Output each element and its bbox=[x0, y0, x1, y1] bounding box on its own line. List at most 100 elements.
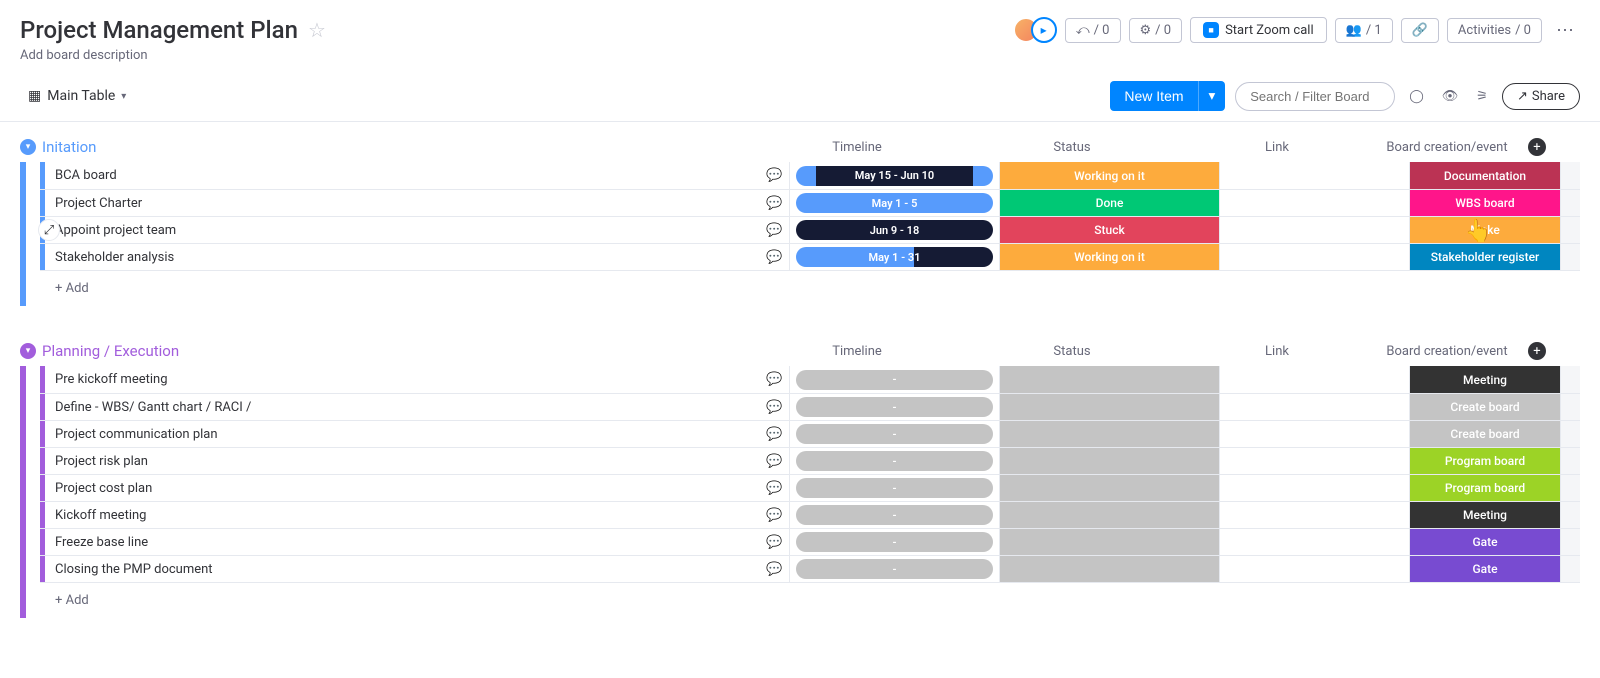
hide-icon[interactable]: 👁 bbox=[1438, 85, 1463, 108]
link-cell[interactable] bbox=[1220, 394, 1410, 420]
board-description[interactable]: Add board description bbox=[20, 48, 1580, 63]
collapse-icon[interactable]: ▾ bbox=[20, 139, 36, 155]
item-name[interactable]: Freeze base line bbox=[45, 529, 760, 555]
add-column[interactable]: + bbox=[1522, 342, 1546, 360]
event-cell[interactable]: Stakeholder register bbox=[1410, 244, 1560, 270]
new-item-button[interactable]: New Item ▾ bbox=[1110, 81, 1225, 111]
item-name[interactable]: Appoint project team bbox=[45, 217, 760, 243]
column-header-timeline[interactable]: Timeline bbox=[752, 344, 962, 359]
board-members[interactable]: ▸ bbox=[1013, 17, 1057, 43]
item-name[interactable]: BCA board bbox=[45, 162, 760, 189]
status-cell[interactable] bbox=[1000, 529, 1220, 555]
add-column[interactable]: + bbox=[1522, 138, 1546, 156]
linked-boards[interactable]: 🔗 bbox=[1401, 18, 1439, 43]
status-cell[interactable]: Working on it bbox=[1000, 244, 1220, 270]
link-cell[interactable] bbox=[1220, 475, 1410, 501]
view-tab-main[interactable]: ▦ Main Table ▾ bbox=[20, 84, 134, 108]
timeline-cell[interactable]: - bbox=[796, 505, 993, 525]
link-cell[interactable] bbox=[1220, 502, 1410, 528]
status-cell[interactable] bbox=[1000, 448, 1220, 474]
item-name[interactable]: Stakeholder analysis bbox=[45, 244, 760, 270]
column-header-timeline[interactable]: Timeline bbox=[752, 140, 962, 155]
event-cell[interactable]: Program board bbox=[1410, 448, 1560, 474]
status-cell[interactable]: Stuck bbox=[1000, 217, 1220, 243]
column-header-status[interactable]: Status bbox=[962, 344, 1182, 359]
timeline-cell[interactable]: - bbox=[796, 451, 993, 471]
status-cell[interactable] bbox=[1000, 394, 1220, 420]
status-cell[interactable] bbox=[1000, 366, 1220, 393]
filter-icon[interactable]: ⚞ bbox=[1472, 85, 1492, 108]
chat-icon[interactable]: 💬 bbox=[760, 190, 790, 216]
chat-icon[interactable]: 💬 bbox=[760, 366, 790, 393]
status-cell[interactable] bbox=[1000, 502, 1220, 528]
link-cell[interactable] bbox=[1220, 529, 1410, 555]
event-cell[interactable]: Meeting bbox=[1410, 502, 1560, 528]
person-filter-icon[interactable]: ◯ bbox=[1405, 85, 1428, 108]
timeline-cell[interactable]: May 1 - 5 bbox=[796, 193, 993, 213]
event-cell[interactable]: Gate bbox=[1410, 529, 1560, 555]
status-cell[interactable] bbox=[1000, 556, 1220, 582]
add-item-row[interactable]: + Add bbox=[40, 270, 1580, 306]
chat-icon[interactable]: 💬 bbox=[760, 475, 790, 501]
star-icon[interactable]: ☆ bbox=[308, 18, 326, 42]
status-cell[interactable]: Working on it bbox=[1000, 162, 1220, 189]
group-name[interactable]: Initation bbox=[42, 138, 752, 156]
column-header-event[interactable]: Board creation/event bbox=[1372, 344, 1522, 359]
event-cell[interactable]: Program board bbox=[1410, 475, 1560, 501]
link-cell[interactable] bbox=[1220, 366, 1410, 393]
chat-icon[interactable]: 💬 bbox=[760, 244, 790, 270]
timeline-cell[interactable]: Jun 9 - 18 bbox=[796, 220, 993, 240]
item-name[interactable]: Closing the PMP document bbox=[45, 556, 760, 582]
chat-icon[interactable]: 💬 bbox=[760, 421, 790, 447]
link-cell[interactable] bbox=[1220, 421, 1410, 447]
column-header-event[interactable]: Board creation/event bbox=[1372, 140, 1522, 155]
item-name[interactable]: Kickoff meeting bbox=[45, 502, 760, 528]
chat-icon[interactable]: 💬 bbox=[760, 556, 790, 582]
integration-llama[interactable]: ⤺ / 0 bbox=[1065, 18, 1121, 43]
column-header-status[interactable]: Status bbox=[962, 140, 1182, 155]
link-cell[interactable] bbox=[1220, 162, 1410, 189]
integration-robot[interactable]: ⚙ / 0 bbox=[1129, 18, 1183, 43]
column-header-link[interactable]: Link bbox=[1182, 344, 1372, 359]
timeline-cell[interactable]: - bbox=[796, 559, 993, 579]
event-cell[interactable]: Gate bbox=[1410, 556, 1560, 582]
timeline-cell[interactable]: - bbox=[796, 397, 993, 417]
chat-icon[interactable]: 💬 bbox=[760, 502, 790, 528]
item-name[interactable]: Project Charter bbox=[45, 190, 760, 216]
link-cell[interactable] bbox=[1220, 190, 1410, 216]
people-count[interactable]: 👥 / 1 bbox=[1335, 18, 1393, 43]
item-name[interactable]: Project risk plan bbox=[45, 448, 760, 474]
chevron-down-icon[interactable]: ▾ bbox=[1198, 81, 1226, 111]
link-cell[interactable] bbox=[1220, 448, 1410, 474]
event-cell[interactable]: Documentation bbox=[1410, 162, 1560, 189]
status-cell[interactable] bbox=[1000, 421, 1220, 447]
item-name[interactable]: Define - WBS/ Gantt chart / RACI / bbox=[45, 394, 760, 420]
share-button[interactable]: ↗ Share bbox=[1502, 83, 1580, 110]
column-header-link[interactable]: Link bbox=[1182, 140, 1372, 155]
event-cell[interactable]: Meeting bbox=[1410, 366, 1560, 393]
collapse-icon[interactable]: ▾ bbox=[20, 343, 36, 359]
search-input[interactable] bbox=[1235, 82, 1395, 111]
timeline-cell[interactable]: - bbox=[796, 478, 993, 498]
chat-icon[interactable]: 💬 bbox=[760, 448, 790, 474]
chat-icon[interactable]: 💬 bbox=[760, 217, 790, 243]
link-cell[interactable] bbox=[1220, 217, 1410, 243]
chat-icon[interactable]: 💬 bbox=[760, 162, 790, 189]
item-name[interactable]: Project communication plan bbox=[45, 421, 760, 447]
event-cell[interactable]: 👆Make bbox=[1410, 217, 1560, 243]
chat-icon[interactable]: 💬 bbox=[760, 529, 790, 555]
activities-button[interactable]: Activities / 0 bbox=[1447, 18, 1542, 43]
chat-icon[interactable]: 💬 bbox=[760, 394, 790, 420]
timeline-cell[interactable]: - bbox=[796, 532, 993, 552]
timeline-cell[interactable]: May 15 - Jun 10 bbox=[796, 166, 993, 186]
group-name[interactable]: Planning / Execution bbox=[42, 342, 752, 360]
item-name[interactable]: Pre kickoff meeting bbox=[45, 366, 760, 393]
more-menu-icon[interactable]: ⋯ bbox=[1550, 20, 1580, 41]
link-cell[interactable] bbox=[1220, 556, 1410, 582]
status-cell[interactable]: Done bbox=[1000, 190, 1220, 216]
timeline-cell[interactable]: - bbox=[796, 424, 993, 444]
link-cell[interactable] bbox=[1220, 244, 1410, 270]
add-item-row[interactable]: + Add bbox=[40, 582, 1580, 618]
event-cell[interactable]: WBS board bbox=[1410, 190, 1560, 216]
board-title[interactable]: Project Management Plan bbox=[20, 16, 298, 44]
